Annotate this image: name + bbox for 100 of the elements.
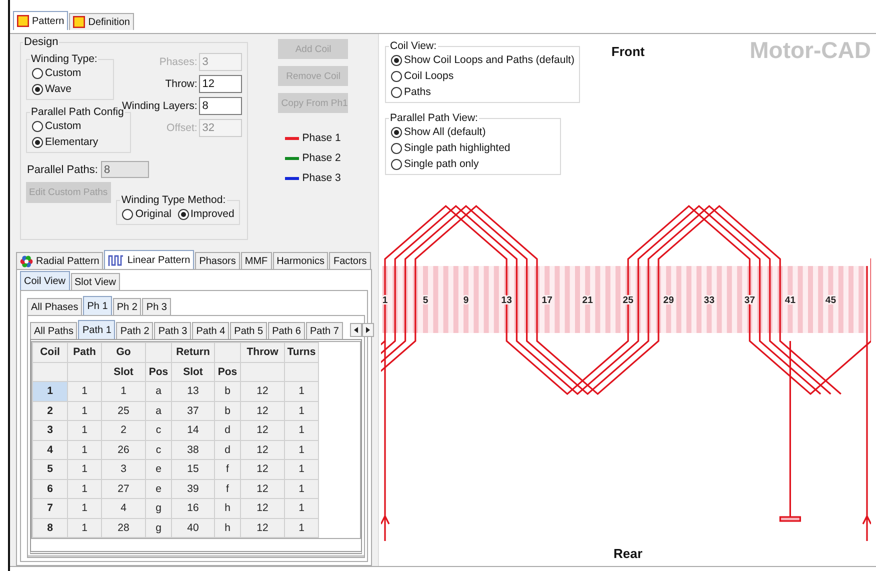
row-header[interactable]: 8 [32, 518, 68, 538]
legend-label: Phase 2 [302, 152, 341, 164]
table-cell: c [146, 440, 172, 460]
row-header[interactable]: 2 [32, 401, 68, 420]
row-header[interactable]: 4 [32, 440, 68, 460]
table-cell: 39 [172, 479, 214, 498]
tab[interactable]: All Paths [30, 322, 78, 339]
app-logo: Motor-CAD [750, 37, 871, 65]
tab[interactable]: Path 2 [116, 322, 154, 339]
row-header[interactable]: 3 [32, 420, 68, 440]
slot-number: 5 [422, 295, 428, 306]
tab[interactable]: MMF [240, 252, 272, 269]
tab[interactable]: Coil View [20, 271, 70, 290]
table-cell: 1 [284, 420, 318, 440]
radio-button[interactable]: Custom [32, 118, 125, 134]
slot-number: 33 [704, 295, 714, 306]
tab[interactable]: Path 7 [306, 322, 343, 339]
table-cell: f [214, 460, 240, 479]
table-cell: 1 [68, 518, 102, 538]
table-cell: c [146, 420, 172, 440]
table-cell: a [146, 401, 172, 420]
row-header[interactable]: 7 [32, 498, 68, 518]
table-cell: g [146, 518, 172, 538]
group-title: Parallel Path View: [389, 112, 479, 124]
group-title: Design [23, 36, 60, 48]
radio-button[interactable]: Wave [32, 81, 108, 97]
tab[interactable]: Path 1 [78, 320, 116, 339]
table-cell: 1 [284, 460, 318, 479]
tab[interactable]: Harmonics [272, 252, 328, 269]
table-cell: 13 [172, 382, 214, 401]
radio-button[interactable]: Show All (default) [391, 124, 555, 140]
field-label: Offset: [166, 122, 198, 134]
table-cell: h [214, 518, 240, 538]
tab[interactable]: Ph 1 [83, 296, 112, 315]
column-header: Path [68, 342, 102, 362]
tab[interactable]: Pattern [13, 11, 68, 30]
tab[interactable]: Phasors [195, 252, 240, 269]
radio-button[interactable]: Coil Loops [391, 68, 574, 84]
table-cell: 3 [102, 460, 146, 479]
table-cell: 12 [240, 518, 284, 538]
legend-label: Phase 1 [302, 132, 341, 144]
table-cell: h [214, 498, 240, 518]
table-cell: 1 [68, 440, 102, 460]
input-field[interactable]: 12 [199, 75, 242, 93]
slot-number: 17 [542, 295, 552, 306]
radio-button[interactable]: Single path only [391, 156, 555, 172]
radio-button[interactable]: Show Coil Loops and Paths (default) [391, 52, 574, 68]
input-field[interactable]: 8 [199, 97, 242, 115]
table-cell: 1 [68, 401, 102, 420]
tab[interactable]: Radial Pattern [16, 252, 104, 269]
tab[interactable]: Path 3 [154, 322, 192, 339]
tab[interactable]: Ph 2 [112, 298, 142, 315]
tab[interactable]: Slot View [70, 273, 120, 290]
table-cell: 1 [284, 498, 318, 518]
tab[interactable]: Path 4 [192, 322, 230, 339]
group-title: Winding Type Method: [120, 194, 227, 206]
rear-label: Rear [612, 546, 644, 561]
row-header[interactable]: 1 [32, 382, 68, 401]
radio-button[interactable]: Original [122, 206, 172, 222]
table-cell: 12 [240, 382, 284, 401]
radio-button[interactable]: Elementary [32, 134, 125, 150]
radio-button[interactable]: Single path highlighted [391, 140, 555, 156]
slot-number: 45 [825, 295, 836, 306]
tab[interactable]: Linear Pattern [104, 250, 194, 269]
tab[interactable]: Ph 3 [142, 298, 171, 315]
table-cell: 1 [284, 401, 318, 420]
column-header: Go [102, 342, 146, 362]
tab[interactable]: Path 5 [230, 322, 268, 339]
tab[interactable]: Factors [329, 252, 371, 269]
table-cell: b [214, 382, 240, 401]
table-cell: 15 [172, 460, 214, 479]
column-header: Slot [172, 362, 214, 382]
radio-button[interactable]: Improved [178, 206, 234, 222]
tab[interactable]: Definition [69, 13, 134, 30]
table-cell: 1 [284, 479, 318, 498]
table-cell: d [214, 420, 240, 440]
row-header[interactable]: 5 [32, 460, 68, 479]
front-label: Front [611, 43, 645, 61]
table-cell: e [146, 460, 172, 479]
slot-number: 29 [663, 295, 674, 306]
radio-button[interactable]: Custom [32, 65, 108, 81]
slot-number: 9 [463, 295, 469, 306]
group-title: Coil View: [389, 40, 438, 52]
table-cell: 37 [172, 401, 214, 420]
field-label: Phases: [159, 56, 198, 68]
table-cell: a [146, 382, 172, 401]
table-cell: 12 [240, 440, 284, 460]
column-header: Coil [32, 342, 68, 362]
table-cell: 12 [240, 460, 284, 479]
radio-button[interactable]: Paths [391, 84, 574, 100]
slot-number: 21 [582, 295, 593, 306]
tab[interactable]: All Phases [27, 298, 82, 315]
table-cell: 1 [284, 382, 318, 401]
table-cell: e [146, 479, 172, 498]
tab[interactable]: Path 6 [268, 322, 305, 339]
column-header: Turns [284, 342, 318, 362]
table-cell: d [214, 440, 240, 460]
table-cell: 1 [68, 498, 102, 518]
row-header[interactable]: 6 [32, 479, 68, 498]
table-cell: 1 [68, 479, 102, 498]
